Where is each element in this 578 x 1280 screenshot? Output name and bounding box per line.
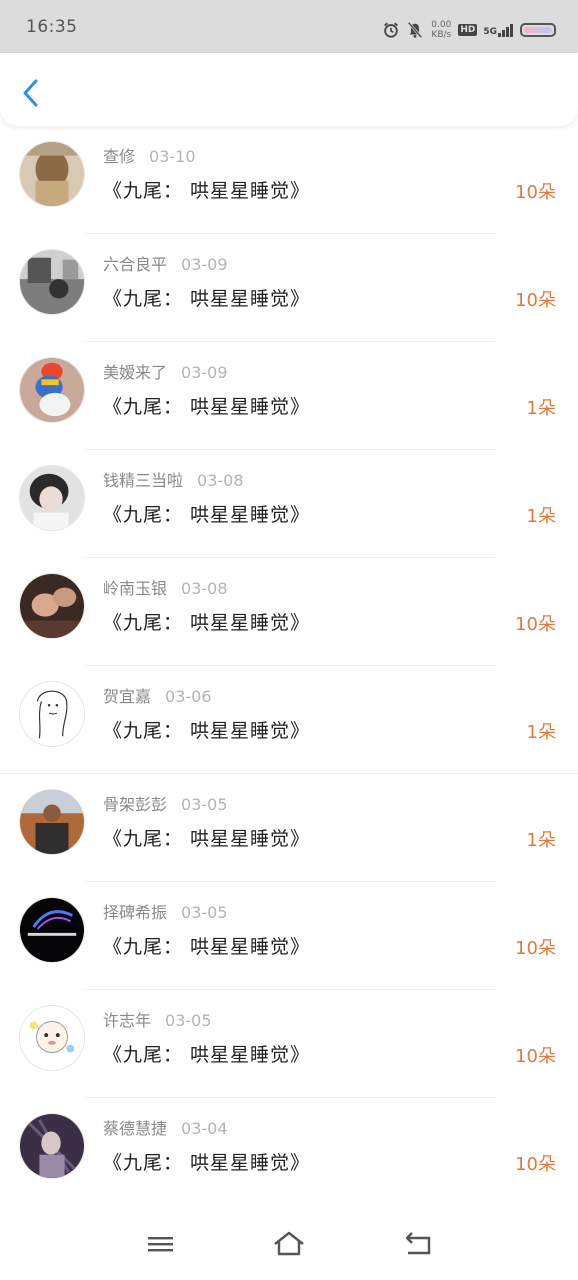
signal-indicator: 5G [483,23,514,37]
sender-line: 美嫒来了 03-09 [103,359,228,383]
avatar[interactable] [19,357,85,423]
status-bar: 16:35 0.00 KB/s HD 5G [0,0,578,53]
battery-icon [520,23,556,37]
signal-icon [498,24,513,37]
gift-amount: 10朵 [515,614,556,635]
sender-line: 贺宜嘉 03-06 [103,683,212,707]
book-title: 《九尾： 哄星星睡觉》 [103,1152,311,1174]
list-item[interactable]: 钱精三当啦 03-08 《九尾： 哄星星睡觉》 1朵 [0,450,578,558]
network-speed: 0.00 KB/s [431,20,452,40]
gift-date: 03-09 [181,255,228,274]
back-nav-button[interactable] [403,1230,433,1258]
status-time: 16:35 [26,17,78,37]
avatar[interactable] [19,1113,85,1179]
gift-amount: 1朵 [526,830,556,851]
gift-amount: 10朵 [515,290,556,311]
gift-amount: 10朵 [515,1154,556,1175]
sender-name: 择碑希振 [103,903,168,922]
book-title: 《九尾： 哄星星睡觉》 [103,612,311,634]
list-item[interactable]: 贺宜嘉 03-06 《九尾： 哄星星睡觉》 1朵 [0,666,578,774]
list-item[interactable]: 许志年 03-05 《九尾： 哄星星睡觉》 10朵 [0,990,578,1098]
gift-amount: 10朵 [515,182,556,203]
gift-date: 03-10 [149,147,196,166]
sender-line: 岭南玉银 03-08 [103,575,228,599]
gift-amount: 1朵 [526,506,556,527]
hd-badge: HD [458,24,478,36]
book-title: 《九尾： 哄星星睡觉》 [103,180,311,202]
sender-name: 美嫒来了 [103,363,168,382]
gift-date: 03-05 [165,1011,212,1030]
gift-date: 03-04 [181,1119,228,1138]
gift-record-list: 查修 03-10 《九尾： 哄星星睡觉》 10朵 六合良平 03-09 《九尾： 哄… [0,126,578,1206]
book-title: 《九尾： 哄星星睡觉》 [103,828,311,850]
gift-date: 03-06 [165,687,212,706]
sender-name: 贺宜嘉 [103,687,152,706]
sender-line: 骨架彭彭 03-05 [103,791,228,815]
menu-button[interactable] [146,1230,176,1258]
book-title: 《九尾： 哄星星睡觉》 [103,396,311,418]
book-title: 《九尾： 哄星星睡觉》 [103,936,311,958]
list-item[interactable]: 蔡德慧捷 03-04 《九尾： 哄星星睡觉》 10朵 [0,1098,578,1206]
book-title: 《九尾： 哄星星睡觉》 [103,288,311,310]
sender-name: 许志年 [103,1011,152,1030]
avatar[interactable] [19,1005,85,1071]
header-bar [0,53,578,126]
gift-amount: 1朵 [526,722,556,743]
sender-line: 六合良平 03-09 [103,251,228,275]
book-title: 《九尾： 哄星星睡觉》 [103,504,311,526]
list-item[interactable]: 岭南玉银 03-08 《九尾： 哄星星睡觉》 10朵 [0,558,578,666]
sender-line: 择碑希振 03-05 [103,899,228,923]
back-button[interactable] [18,77,46,109]
avatar[interactable] [19,249,85,315]
chevron-left-icon [23,79,38,107]
list-item[interactable]: 择碑希振 03-05 《九尾： 哄星星睡觉》 10朵 [0,882,578,990]
list-item[interactable]: 六合良平 03-09 《九尾： 哄星星睡觉》 10朵 [0,234,578,342]
network-type: 5G [483,27,497,37]
sender-name: 查修 [103,147,136,166]
sender-name: 骨架彭彭 [103,795,168,814]
sender-line: 钱精三当啦 03-08 [103,467,244,491]
gift-date: 03-08 [181,579,228,598]
gift-amount: 1朵 [526,398,556,419]
gift-amount: 10朵 [515,938,556,959]
gift-amount: 10朵 [515,1046,556,1067]
gift-date: 03-05 [181,903,228,922]
home-icon [274,1231,304,1256]
list-item[interactable]: 骨架彭彭 03-05 《九尾： 哄星星睡觉》 1朵 [0,774,578,882]
avatar[interactable] [19,141,85,207]
alarm-icon [384,22,399,38]
list-item[interactable]: 查修 03-10 《九尾： 哄星星睡觉》 10朵 [0,126,578,234]
list-item[interactable]: 美嫒来了 03-09 《九尾： 哄星星睡觉》 1朵 [0,342,578,450]
sender-name: 岭南玉银 [103,579,168,598]
gift-date: 03-05 [181,795,228,814]
avatar[interactable] [19,681,85,747]
sender-name: 蔡德慧捷 [103,1119,168,1138]
sender-name: 六合良平 [103,255,168,274]
gift-date: 03-08 [197,471,244,490]
home-button[interactable] [273,1230,304,1258]
back-icon [405,1232,431,1255]
status-icons: 0.00 KB/s HD 5G [382,18,556,42]
sender-line: 查修 03-10 [103,143,196,167]
sender-line: 许志年 03-05 [103,1007,212,1031]
system-nav-bar [0,1205,578,1280]
menu-icon [148,1237,173,1252]
sender-name: 钱精三当啦 [103,471,184,490]
sender-line: 蔡德慧捷 03-04 [103,1115,228,1139]
book-title: 《九尾： 哄星星睡觉》 [103,720,311,742]
avatar[interactable] [19,789,85,855]
mute-bell-icon [408,21,423,39]
avatar[interactable] [19,465,85,531]
avatar[interactable] [19,573,85,639]
avatar[interactable] [19,897,85,963]
book-title: 《九尾： 哄星星睡觉》 [103,1044,311,1066]
gift-date: 03-09 [181,363,228,382]
